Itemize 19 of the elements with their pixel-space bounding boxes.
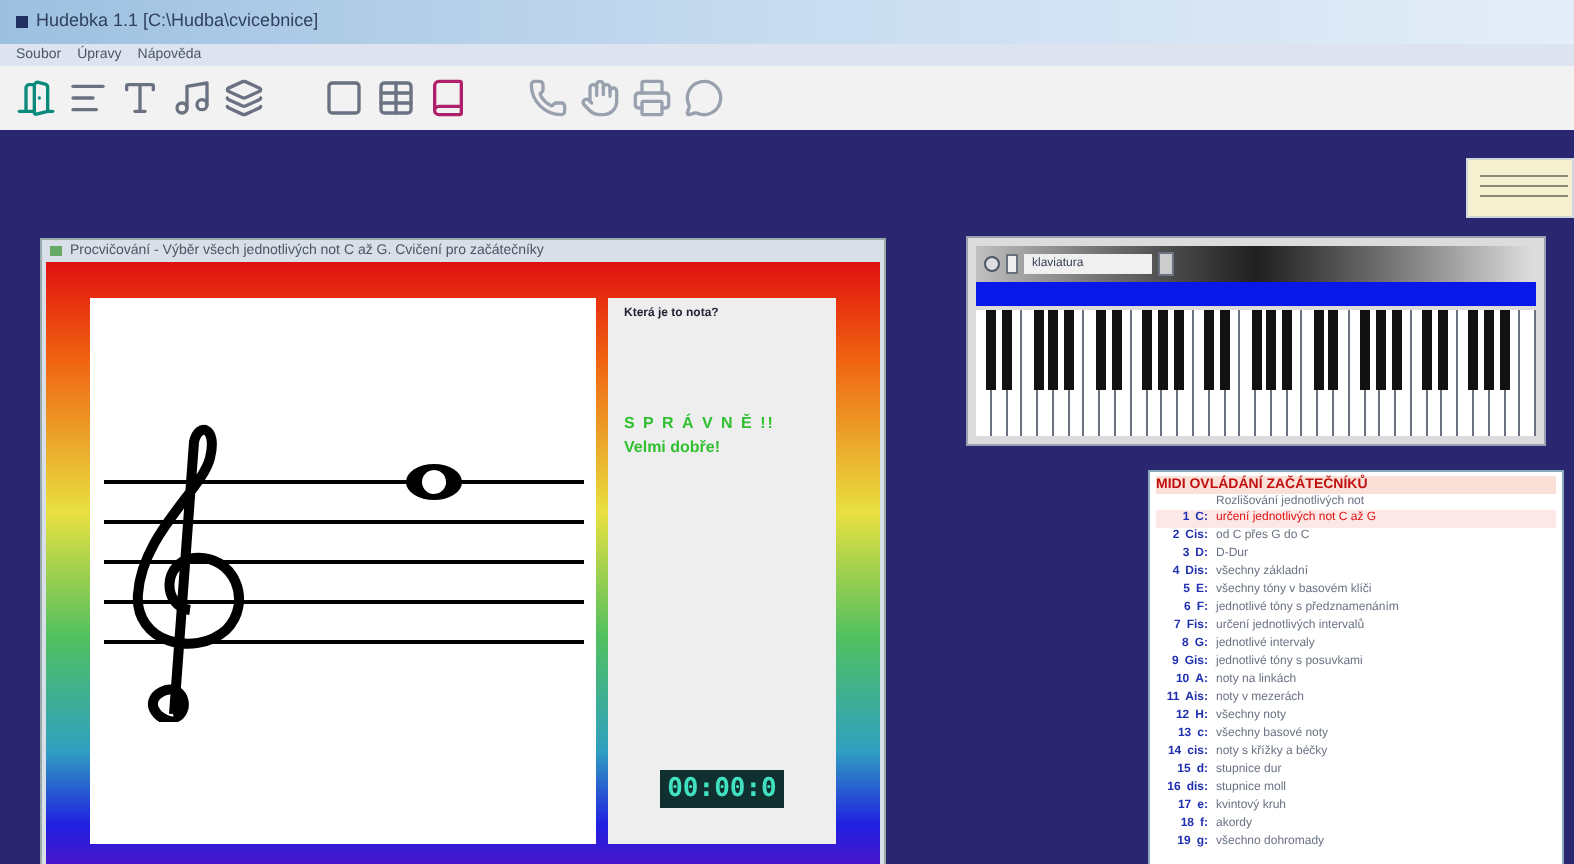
timer-display: 00:00:0 — [659, 769, 785, 808]
table-icon[interactable] — [376, 78, 416, 118]
hand-icon[interactable] — [580, 78, 620, 118]
frame-icon[interactable] — [324, 78, 364, 118]
scroll-handle[interactable] — [1158, 252, 1174, 276]
piano-keyboard[interactable] — [976, 310, 1536, 436]
window-title: Hudebka 1.1 [C:\Hudba\cvicebnice] — [36, 8, 319, 35]
window-icon — [50, 246, 62, 256]
app-icon — [16, 16, 28, 28]
book-icon[interactable] — [428, 78, 468, 118]
praise-text: Velmi dobře! — [624, 436, 723, 460]
notes-icon[interactable] — [172, 78, 212, 118]
speech-bubble-icon[interactable] — [684, 78, 724, 118]
result-text: S P R Á V N Ě !! — [624, 412, 777, 436]
phone-icon[interactable] — [528, 78, 568, 118]
layers-icon[interactable] — [224, 78, 264, 118]
text-icon[interactable] — [120, 78, 160, 118]
printer-icon[interactable] — [632, 78, 672, 118]
door-icon[interactable] — [16, 78, 56, 118]
